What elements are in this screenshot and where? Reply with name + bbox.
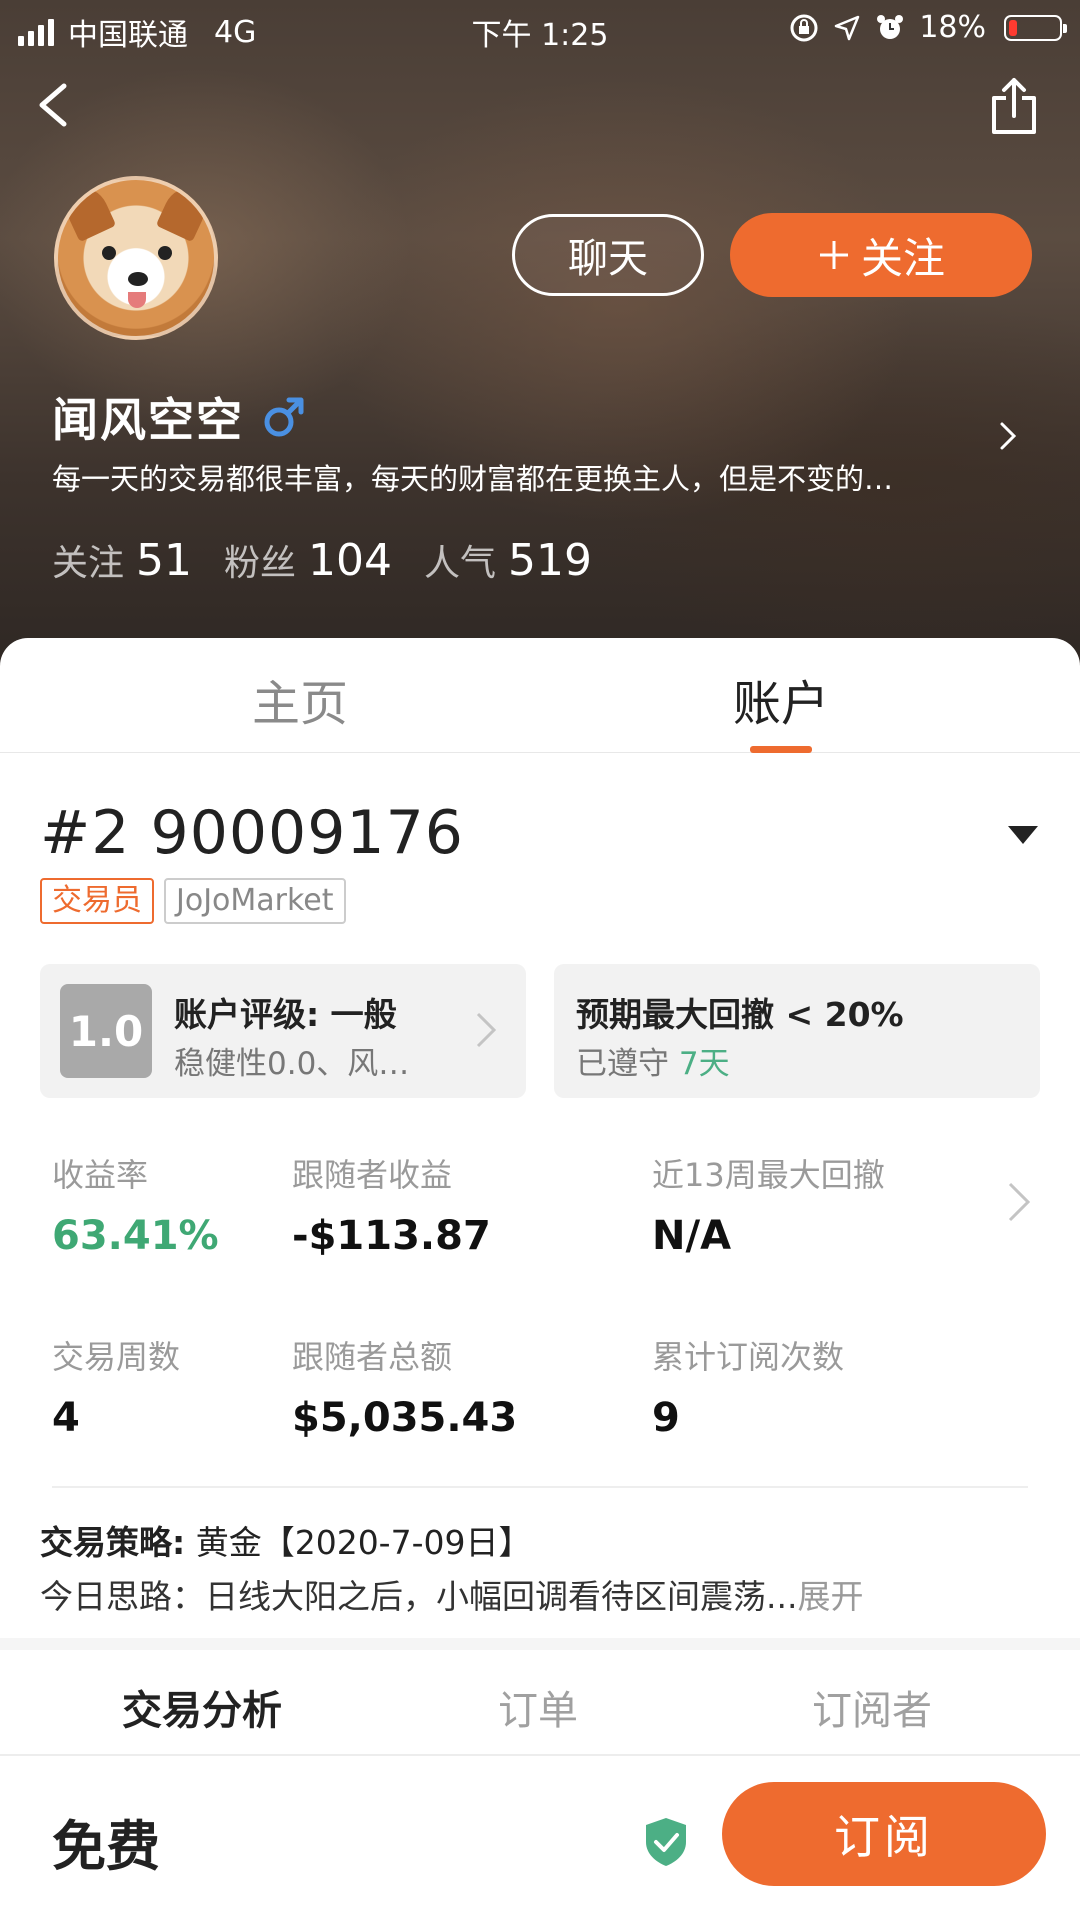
- status-right: 18%: [789, 10, 1067, 45]
- divider: [52, 1486, 1028, 1488]
- rating-chevron-right-icon: [476, 1012, 497, 1048]
- price-label: 免费: [52, 1815, 160, 1878]
- follower-profit-value: -$113.87: [292, 1213, 491, 1259]
- return-label: 收益率: [52, 1156, 149, 1194]
- bio-text[interactable]: 每一天的交易都很丰富，每天的财富都在更换主人，但是不变的…: [52, 456, 972, 498]
- return-value: 63.41%: [52, 1213, 219, 1259]
- metrics-chevron-right-icon[interactable]: [1006, 1180, 1032, 1224]
- popularity-label: 人气: [424, 543, 497, 584]
- tab-account[interactable]: 账户: [733, 664, 829, 734]
- drawdown-subtitle: 已遵守 7天: [576, 1038, 730, 1083]
- plus-icon: [819, 241, 848, 269]
- strategy-line: 交易策略: 黄金【2020-7-09日】: [40, 1516, 532, 1564]
- orientation-lock-icon: [790, 14, 818, 41]
- chat-button[interactable]: 聊天: [512, 214, 704, 296]
- drawdown-kept-label: 已遵守: [576, 1046, 669, 1082]
- rating-subtitle: 稳健性0.0、风…: [174, 1046, 410, 1082]
- account-id: #2 90009176: [40, 798, 464, 868]
- broker-tag: JoJoMarket: [164, 878, 346, 924]
- following-count[interactable]: 51: [136, 535, 192, 586]
- fans-label[interactable]: 粉丝: [224, 534, 296, 586]
- bio-chevron-right-icon[interactable]: [994, 418, 1022, 454]
- idea-text: 今日思路：日线大阳之后，小幅回调看待区间震荡...: [40, 1577, 798, 1616]
- avatar[interactable]: [54, 176, 218, 340]
- tab-trade-analysis[interactable]: 交易分析: [122, 1678, 282, 1736]
- max-drawdown-label: 近13周最大回撤: [652, 1156, 885, 1194]
- tab-home[interactable]: 主页: [252, 664, 348, 734]
- follow-button[interactable]: 关注: [730, 213, 1032, 297]
- follower-total-value: $5,035.43: [292, 1395, 518, 1441]
- subs-label: 累计订阅次数: [652, 1338, 845, 1376]
- battery-icon: [1004, 14, 1067, 41]
- top-tabs: 主页 账户: [0, 638, 1080, 753]
- username-row: 闻风空空: [52, 384, 306, 450]
- profile-card: 主页 账户 #2 90009176 交易员 JoJoMarket 1.0 账户评…: [0, 638, 1080, 1920]
- alarm-icon: [877, 14, 904, 39]
- follow-label: 关注: [860, 233, 945, 283]
- tab-orders[interactable]: 订单: [498, 1678, 578, 1736]
- location-icon: [835, 15, 860, 40]
- footer-bar: 免费 订阅: [0, 1756, 1080, 1920]
- max-drawdown-value: N/A: [652, 1213, 732, 1259]
- fans-count[interactable]: 104: [308, 535, 392, 586]
- tag-row: 交易员 JoJoMarket: [40, 878, 346, 924]
- drawdown-days: 7天: [678, 1046, 730, 1082]
- status-bar: 中国联通 4G 下午 1:25 18%: [0, 0, 1080, 58]
- stats-row: 关注 51 粉丝 104 人气 519: [52, 534, 624, 586]
- weeks-value: 4: [52, 1395, 80, 1441]
- drawdown-box[interactable]: 预期最大回撤 < 20% 已遵守 7天: [554, 964, 1040, 1098]
- section-gap: [0, 1638, 1080, 1650]
- strategy-text: 黄金【2020-7-09日】: [195, 1523, 532, 1562]
- rating-box[interactable]: 1.0 账户评级: 一般 稳健性0.0、风…: [40, 964, 526, 1098]
- back-button[interactable]: [30, 80, 80, 130]
- shield-check-icon: [646, 1818, 686, 1866]
- popularity-count: 519: [508, 535, 593, 586]
- dropdown-triangle-icon[interactable]: [1006, 824, 1040, 846]
- follower-total-label: 跟随者总额: [292, 1338, 453, 1376]
- tab-subscribers[interactable]: 订阅者: [812, 1678, 932, 1736]
- follower-profit-label: 跟随者收益: [292, 1156, 453, 1194]
- subscribe-button[interactable]: 订阅: [722, 1782, 1046, 1886]
- drawdown-title: 预期最大回撤 < 20%: [576, 995, 904, 1034]
- strategy-label: 交易策略:: [40, 1523, 186, 1562]
- male-icon: [264, 397, 304, 437]
- rating-score-badge: 1.0: [60, 984, 152, 1078]
- bottom-tabs: 交易分析 订单 订阅者: [0, 1650, 1080, 1756]
- following-label[interactable]: 关注: [52, 534, 124, 586]
- idea-line: 今日思路：日线大阳之后，小幅回调看待区间震荡...展开: [40, 1570, 863, 1618]
- rating-title: 账户评级: 一般: [174, 995, 397, 1034]
- subs-value: 9: [652, 1395, 680, 1441]
- battery-percent: 18%: [919, 10, 986, 45]
- share-button[interactable]: [986, 76, 1042, 136]
- weeks-label: 交易周数: [52, 1338, 181, 1376]
- username: 闻风空空: [52, 393, 244, 447]
- trader-tag: 交易员: [40, 878, 154, 924]
- expand-link[interactable]: 展开: [797, 1577, 863, 1616]
- tab-indicator: [750, 746, 812, 753]
